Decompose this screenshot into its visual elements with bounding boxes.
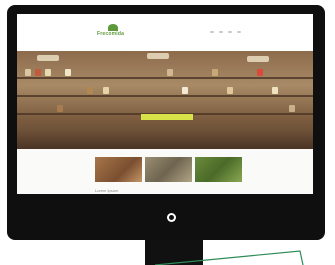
product: [289, 105, 295, 112]
product: [257, 69, 263, 76]
nav-item[interactable]: [237, 31, 241, 33]
product: [272, 87, 278, 94]
power-ring: [169, 215, 175, 221]
power-button-icon[interactable]: [167, 213, 176, 222]
product: [25, 69, 31, 76]
nav-item[interactable]: [228, 31, 232, 33]
product: [167, 69, 173, 76]
ceiling-light: [37, 55, 59, 61]
shelf: [17, 95, 313, 97]
ceiling-light: [247, 56, 269, 62]
monitor: Frecomida Lorem Ipsum: [7, 5, 325, 240]
product: [35, 69, 41, 76]
ceiling-light: [147, 53, 169, 59]
product: [87, 87, 93, 94]
hero-banner[interactable]: [141, 114, 193, 120]
navigation-menu: [210, 31, 241, 33]
site-header: Frecomida: [17, 14, 313, 51]
product: [182, 87, 188, 94]
logo-text: Frecomida: [97, 31, 125, 37]
thumbnail-food[interactable]: [95, 157, 142, 182]
leaf-logo-icon: [108, 24, 118, 31]
product: [65, 69, 71, 76]
hero-image-store-interior: [17, 51, 313, 149]
nav-item[interactable]: [210, 31, 214, 33]
thumbnail-field[interactable]: [195, 157, 242, 182]
power-dot: [172, 218, 175, 221]
nav-item[interactable]: [219, 31, 223, 33]
product: [45, 69, 51, 76]
product: [57, 105, 63, 112]
website-screen: Frecomida Lorem Ipsum: [17, 14, 313, 194]
monitor-stand: [145, 240, 203, 265]
store-counter: [17, 131, 313, 149]
section-caption: Lorem Ipsum: [95, 188, 119, 193]
thumbnail-gallery: [95, 157, 242, 182]
product: [212, 69, 218, 76]
product: [227, 87, 233, 94]
product: [103, 87, 109, 94]
site-logo[interactable]: Frecomida: [97, 24, 131, 42]
thumbnail-grain[interactable]: [145, 157, 192, 182]
shelf: [17, 77, 313, 79]
